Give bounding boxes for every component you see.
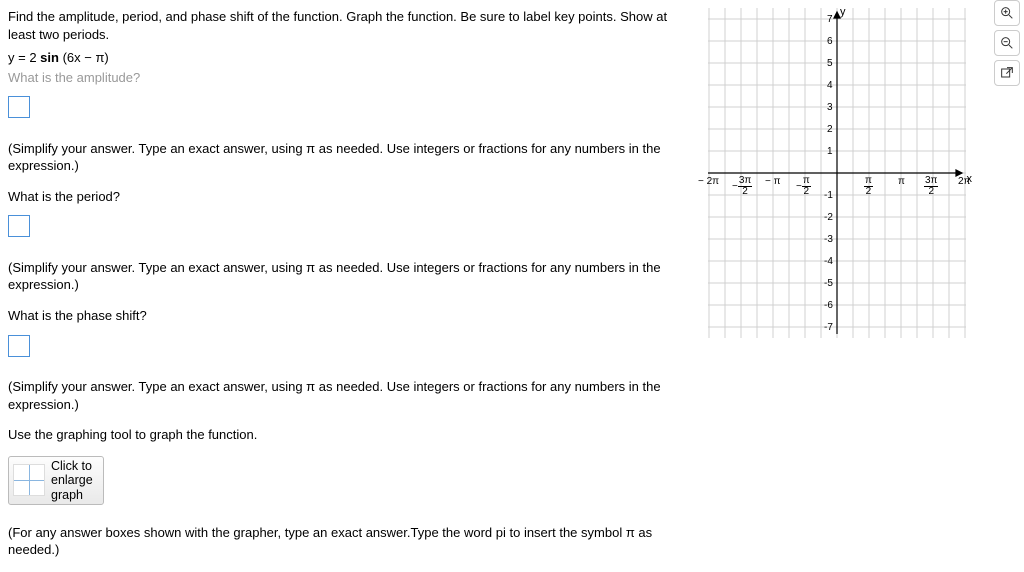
y-tick: 5 [827,58,833,69]
x-tick: −3π2 [732,176,752,197]
question-panel: Find the amplitude, period, and phase sh… [8,8,698,572]
grid-svg [708,8,966,338]
y-tick: 4 [827,80,833,91]
y-tick: -2 [824,212,833,223]
zoom-out-button[interactable] [994,30,1020,56]
amplitude-hint: (Simplify your answer. Type an exact ans… [8,140,698,175]
period-input[interactable] [8,215,30,237]
amplitude-input[interactable] [8,96,30,118]
y-tick: 2 [827,124,833,135]
graph-thumbnail-icon [13,464,45,496]
graph-instruction: Use the graphing tool to graph the funct… [8,426,698,444]
zoom-in-icon [999,5,1015,21]
x-tick: −π2 [796,176,811,197]
period-hint: (Simplify your answer. Type an exact ans… [8,259,698,294]
phase-input[interactable] [8,335,30,357]
phase-hint: (Simplify your answer. Type an exact ans… [8,378,698,413]
enlarge-graph-label: Click to enlarge graph [51,459,93,502]
phase-question: What is the phase shift? [8,307,698,325]
instruction-text: Find the amplitude, period, and phase sh… [8,8,698,43]
y-tick: 7 [827,14,833,25]
x-tick: − 2π [698,176,719,187]
x-tick: π [898,176,905,187]
period-question: What is the period? [8,188,698,206]
y-tick: -6 [824,300,833,311]
x-tick: 2π [958,176,970,187]
y-tick: 6 [827,36,833,47]
y-tick: -4 [824,256,833,267]
open-external-button[interactable] [994,60,1020,86]
y-tick: -7 [824,322,833,333]
toolbar [994,0,1020,86]
open-external-icon [999,65,1015,81]
y-tick: -5 [824,278,833,289]
amplitude-question-truncated: What is the amplitude? [8,69,698,87]
equation-text: y = 2 sin (6x − π) [8,49,698,67]
graph-area[interactable]: y x 7 6 5 4 3 2 1 -1 -2 -3 -4 -5 -6 -7 −… [708,8,966,338]
zoom-out-icon [999,35,1015,51]
enlarge-graph-button[interactable]: Click to enlarge graph [8,456,104,505]
y-tick: -1 [824,190,833,201]
y-axis-label: y [840,6,846,18]
grapher-hint: (For any answer boxes shown with the gra… [8,524,698,559]
y-tick: -3 [824,234,833,245]
y-tick: 1 [827,146,833,157]
x-tick: 3π2 [924,176,938,197]
x-tick: π2 [864,176,873,197]
zoom-in-button[interactable] [994,0,1020,26]
x-tick: − π [765,176,781,187]
y-tick: 3 [827,102,833,113]
